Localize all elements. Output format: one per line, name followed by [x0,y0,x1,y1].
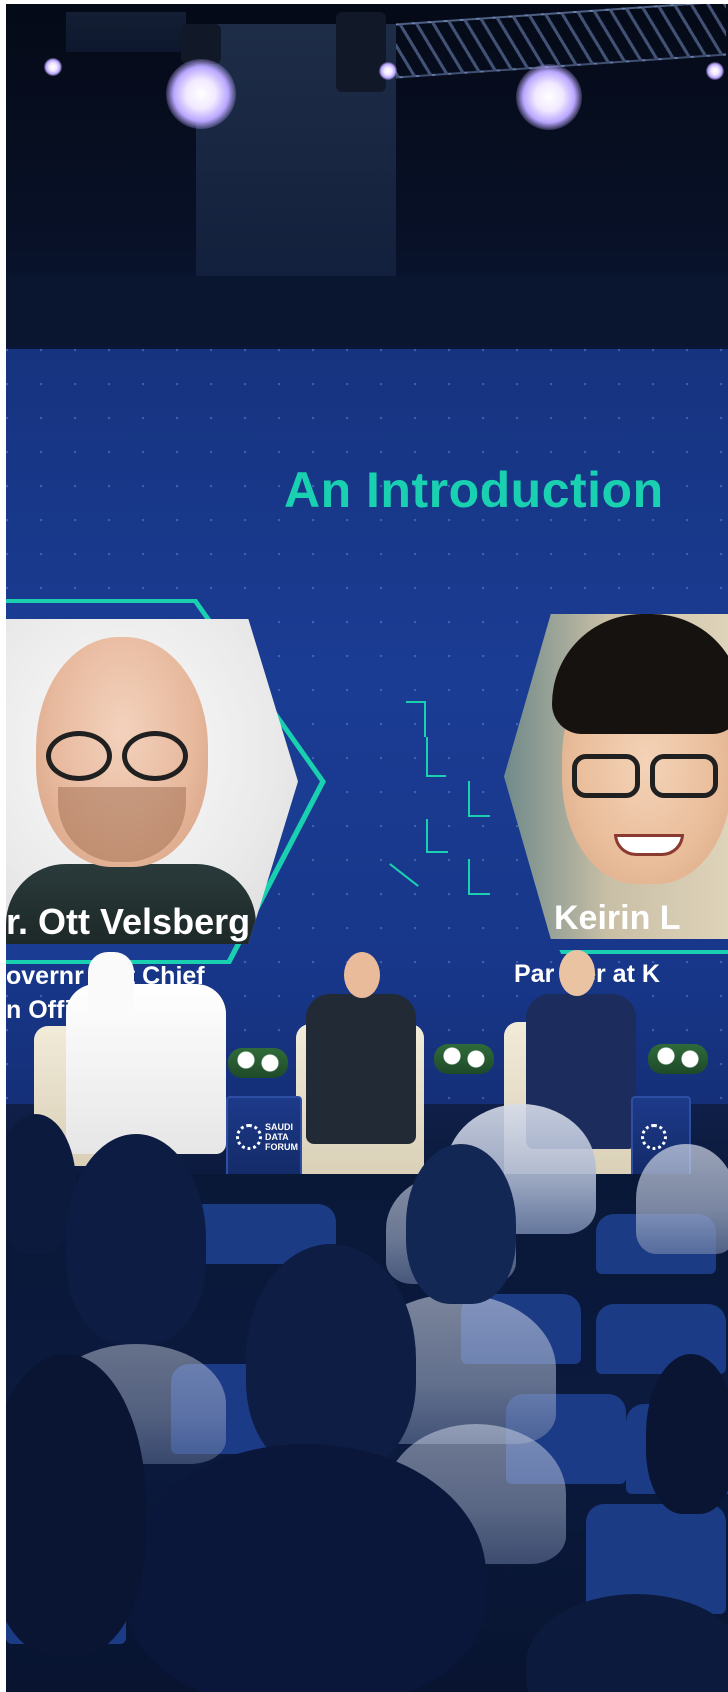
portrait-glasses [572,754,718,798]
event-photo: An Introduction r. Ott Velsberg overnr n… [6,4,728,1692]
audience-member [126,1444,486,1692]
logo-line: DATA [265,1132,289,1142]
circuit-line [389,863,419,887]
portrait-smile [614,834,684,856]
logo-line: FORUM [265,1142,298,1152]
stage-light [516,64,582,130]
ceiling-panel [66,12,186,52]
circuit-line [468,781,490,817]
stage-light [166,59,236,129]
flower-arrangement [648,1044,708,1074]
speaker-name-left: r. Ott Velsberg [6,901,251,942]
speaker-portrait-left [6,619,298,944]
speaker-name-right: Keirin L [554,899,681,937]
ghutra [88,952,134,1012]
flower-arrangement [228,1048,288,1078]
audience-member [246,1244,416,1474]
audience-member [636,1144,728,1254]
ceiling [6,4,728,349]
ceiling-band [6,276,728,346]
audience-member [526,1594,728,1692]
flower-arrangement [434,1044,494,1074]
forum-logo-text: SAUDI DATA FORUM [265,1122,305,1152]
suit [306,994,416,1144]
side-table-logo: SAUDI DATA FORUM [226,1096,302,1182]
audience-member [66,1134,206,1344]
portrait-glasses [46,731,188,781]
face [559,950,595,996]
thobe [66,984,226,1154]
face [344,952,380,998]
stage-light [706,62,724,80]
audience-member [646,1354,728,1514]
forum-logo-icon [236,1124,262,1150]
circuit-line [426,819,448,853]
audience-member [406,1144,516,1304]
circuit-line [406,701,426,737]
circuit-line [468,859,490,895]
logo-line: SAUDI [265,1122,294,1132]
light-fixture [336,12,386,92]
screen-title: An Introduction [284,462,664,518]
light-fixture [181,24,221,64]
stage-light [44,58,62,76]
stage-light [379,62,397,80]
circuit-line [426,737,446,777]
audience [6,1104,728,1692]
speaker-portrait-right [504,614,728,939]
forum-logo-icon [641,1124,667,1150]
portrait-hair [552,614,728,734]
